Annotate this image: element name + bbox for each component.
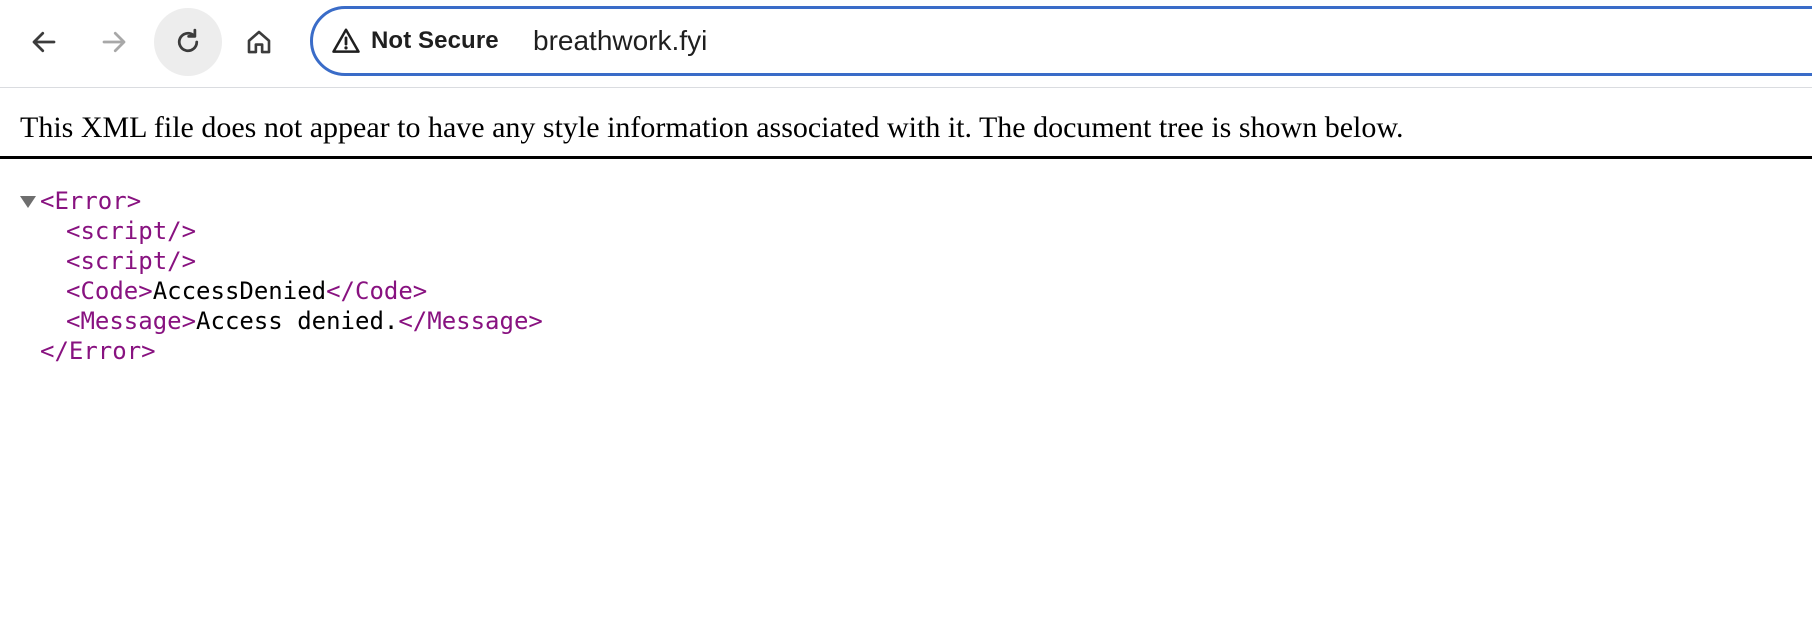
xml-node: <script/> — [0, 246, 196, 276]
home-icon — [244, 27, 274, 57]
reload-icon — [173, 27, 203, 57]
address-bar[interactable]: Not Secure breathwork.fyi — [310, 6, 1812, 76]
xml-root-open-line: <Error> — [0, 186, 141, 216]
arrow-left-icon — [29, 27, 59, 57]
xml-node: <Message>Access denied.</Message> — [0, 306, 543, 336]
back-button[interactable] — [10, 8, 78, 76]
xml-code-open-tag: <Code> — [66, 277, 153, 305]
security-indicator[interactable]: Not Secure — [331, 9, 499, 73]
xml-document-tree: <Error> <script/> <script/> <Code>Access… — [0, 186, 543, 366]
arrow-right-icon — [99, 27, 129, 57]
divider — [0, 156, 1812, 159]
collapse-triangle-icon[interactable] — [20, 196, 36, 208]
security-label: Not Secure — [371, 27, 499, 54]
xml-root-close-tag: </Error> — [40, 337, 156, 365]
forward-button[interactable] — [80, 8, 148, 76]
home-button[interactable] — [225, 8, 293, 76]
reload-button[interactable] — [154, 8, 222, 76]
xml-style-notice: This XML file does not appear to have an… — [20, 111, 1404, 144]
browser-toolbar: Not Secure breathwork.fyi — [0, 0, 1812, 88]
url-text[interactable]: breathwork.fyi — [533, 9, 707, 73]
xml-message-open-tag: <Message> — [66, 307, 197, 335]
xml-code-close-tag: </Code> — [326, 277, 428, 305]
xml-message-value: Access denied. — [196, 307, 399, 335]
warning-triangle-icon — [331, 26, 361, 56]
xml-script-tag: <script/> — [66, 217, 197, 245]
xml-root-close-line: </Error> — [0, 336, 156, 366]
xml-code-value: AccessDenied — [152, 277, 327, 305]
xml-message-node: <Message>Access denied.</Message> — [66, 306, 543, 336]
xml-root-open-tag: <Error> — [40, 187, 142, 215]
xml-node: <Code>AccessDenied</Code> — [0, 276, 427, 306]
xml-code-node: <Code>AccessDenied</Code> — [66, 276, 427, 306]
xml-node: <script/> — [0, 216, 196, 246]
xml-message-close-tag: </Message> — [398, 307, 543, 335]
xml-script-tag: <script/> — [66, 247, 197, 275]
